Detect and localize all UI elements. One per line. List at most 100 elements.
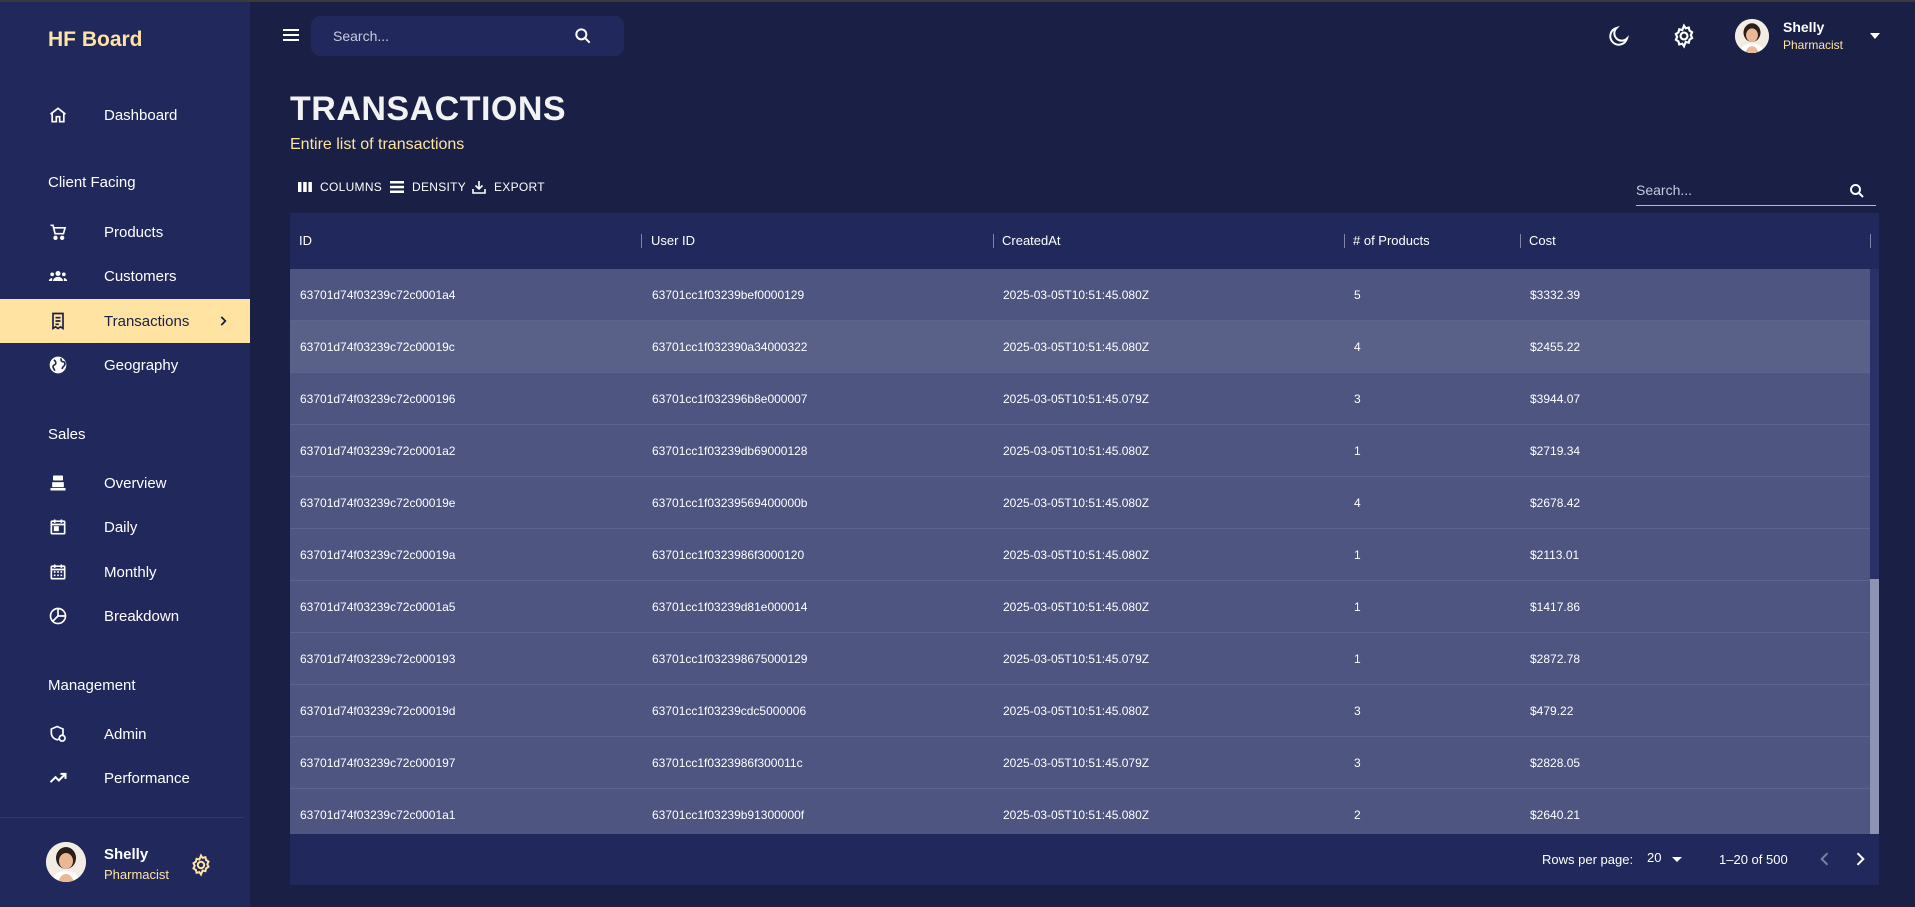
table-row[interactable]: 63701d74f03239c72c000197 63701cc1f0323986… — [290, 737, 1870, 789]
table-row[interactable]: 63701d74f03239c72c0001a2 63701cc1f03239db… — [290, 425, 1870, 477]
column-header-cost[interactable]: Cost — [1520, 213, 1556, 269]
cell-products[interactable]: 3 — [1344, 737, 1361, 789]
cell-cost[interactable]: $2455.22 — [1520, 321, 1580, 373]
cell-created-at[interactable]: 2025-03-05T10:51:45.080Z — [993, 789, 1149, 834]
cell-id[interactable]: 63701d74f03239c72c0001a4 — [290, 269, 455, 321]
cell-id[interactable]: 63701d74f03239c72c0001a1 — [290, 789, 455, 834]
cell-products[interactable]: 1 — [1344, 425, 1361, 477]
table-row[interactable]: 63701d74f03239c72c000196 63701cc1f032396b… — [290, 373, 1870, 425]
avatar[interactable] — [1735, 19, 1769, 53]
export-button[interactable]: EXPORT — [471, 177, 545, 197]
table-row[interactable]: 63701d74f03239c72c000193 63701cc1f0323986… — [290, 633, 1870, 685]
cell-user-id[interactable]: 63701cc1f032398675000129 — [642, 633, 807, 685]
cell-id[interactable]: 63701d74f03239c72c00019d — [290, 685, 455, 737]
table-row[interactable]: 63701d74f03239c72c00019c 63701cc1f032390a… — [290, 321, 1870, 373]
brand-logo[interactable]: HF Board — [48, 28, 143, 52]
column-header-id[interactable]: ID — [290, 213, 312, 269]
cell-user-id[interactable]: 63701cc1f03239db69000128 — [642, 425, 807, 477]
cell-created-at[interactable]: 2025-03-05T10:51:45.080Z — [993, 425, 1149, 477]
cell-cost[interactable]: $2113.01 — [1520, 529, 1579, 581]
sidebar-item-daily[interactable]: Daily — [0, 505, 250, 549]
scrollbar-thumb[interactable] — [1870, 579, 1879, 834]
cell-products[interactable]: 1 — [1344, 633, 1361, 685]
cell-id[interactable]: 63701d74f03239c72c00019a — [290, 529, 455, 581]
sidebar-item-customers[interactable]: Customers — [0, 254, 250, 298]
cell-cost[interactable]: $2719.34 — [1520, 425, 1580, 477]
cell-products[interactable]: 1 — [1344, 581, 1361, 633]
cell-user-id[interactable]: 63701cc1f03239b91300000f — [642, 789, 804, 834]
dark-mode-moon-icon[interactable] — [1607, 24, 1631, 48]
cell-cost[interactable]: $2678.42 — [1520, 477, 1580, 529]
cell-products[interactable]: 5 — [1344, 269, 1361, 321]
settings-gear-icon[interactable] — [1671, 23, 1697, 49]
cell-user-id[interactable]: 63701cc1f032390a34000322 — [642, 321, 807, 373]
cell-created-at[interactable]: 2025-03-05T10:51:45.080Z — [993, 269, 1149, 321]
cell-products[interactable]: 3 — [1344, 373, 1361, 425]
cell-created-at[interactable]: 2025-03-05T10:51:45.079Z — [993, 633, 1149, 685]
cell-products[interactable]: 2 — [1344, 789, 1361, 834]
cell-created-at[interactable]: 2025-03-05T10:51:45.080Z — [993, 581, 1149, 633]
search-icon[interactable] — [1848, 182, 1866, 200]
avatar[interactable] — [46, 842, 86, 882]
sidebar-item-monthly[interactable]: Monthly — [0, 550, 250, 594]
cell-products[interactable]: 4 — [1344, 477, 1361, 529]
cell-cost[interactable]: $2828.05 — [1520, 737, 1580, 789]
cell-user-id[interactable]: 63701cc1f03239569400000b — [642, 477, 807, 529]
column-separator[interactable] — [1870, 234, 1871, 248]
columns-button[interactable]: COLUMNS — [297, 177, 382, 197]
table-row[interactable]: 63701d74f03239c72c0001a5 63701cc1f03239d8… — [290, 581, 1870, 633]
arrow-drop-down-icon[interactable] — [1868, 29, 1882, 43]
cell-cost[interactable]: $3332.39 — [1520, 269, 1580, 321]
cell-id[interactable]: 63701d74f03239c72c0001a2 — [290, 425, 455, 477]
cell-id[interactable]: 63701d74f03239c72c00019e — [290, 477, 455, 529]
cell-user-id[interactable]: 63701cc1f032396b8e000007 — [642, 373, 807, 425]
cell-created-at[interactable]: 2025-03-05T10:51:45.079Z — [993, 373, 1149, 425]
cell-created-at[interactable]: 2025-03-05T10:51:45.079Z — [993, 737, 1149, 789]
sidebar-item-products[interactable]: Products — [0, 210, 250, 254]
menu-icon[interactable] — [282, 26, 302, 44]
cell-user-id[interactable]: 63701cc1f03239d81e000014 — [642, 581, 807, 633]
cell-created-at[interactable]: 2025-03-05T10:51:45.080Z — [993, 477, 1149, 529]
sidebar-item-overview[interactable]: Overview — [0, 461, 250, 505]
sidebar-item-dashboard[interactable]: Dashboard — [0, 93, 250, 137]
cell-created-at[interactable]: 2025-03-05T10:51:45.080Z — [993, 685, 1149, 737]
cell-created-at[interactable]: 2025-03-05T10:51:45.080Z — [993, 529, 1149, 581]
cell-cost[interactable]: $1417.86 — [1520, 581, 1580, 633]
cell-products[interactable]: 4 — [1344, 321, 1361, 373]
cell-user-id[interactable]: 63701cc1f03239bef0000129 — [642, 269, 804, 321]
cell-cost[interactable]: $2640.21 — [1520, 789, 1580, 834]
sidebar-item-transactions[interactable]: Transactions — [0, 299, 250, 343]
cell-id[interactable]: 63701d74f03239c72c0001a5 — [290, 581, 455, 633]
cell-user-id[interactable]: 63701cc1f0323986f3000120 — [642, 529, 804, 581]
cell-id[interactable]: 63701d74f03239c72c000197 — [290, 737, 455, 789]
table-row[interactable]: 63701d74f03239c72c00019e 63701cc1f0323956… — [290, 477, 1870, 529]
column-header-created-at[interactable]: CreatedAt — [993, 213, 1061, 269]
table-row[interactable]: 63701d74f03239c72c0001a4 63701cc1f03239be… — [290, 269, 1870, 321]
rows-per-page-select[interactable]: 20 — [1647, 850, 1687, 868]
sidebar-item-admin[interactable]: Admin — [0, 712, 250, 756]
sidebar-item-performance[interactable]: Performance — [0, 756, 250, 800]
cell-cost[interactable]: $479.22 — [1520, 685, 1573, 737]
cell-user-id[interactable]: 63701cc1f03239cdc5000006 — [642, 685, 806, 737]
search-icon[interactable] — [573, 26, 593, 46]
cell-user-id[interactable]: 63701cc1f0323986f300011c — [642, 737, 803, 789]
column-header-products[interactable]: # of Products — [1344, 213, 1430, 269]
cell-products[interactable]: 3 — [1344, 685, 1361, 737]
grid-search-input[interactable] — [1636, 180, 1836, 200]
table-row[interactable]: 63701d74f03239c72c00019d 63701cc1f03239cd… — [290, 685, 1870, 737]
chevron-left-icon[interactable] — [1815, 849, 1835, 869]
search-input[interactable] — [333, 26, 573, 46]
table-scrollbar[interactable] — [1870, 269, 1879, 834]
table-row[interactable]: 63701d74f03239c72c00019a 63701cc1f0323986… — [290, 529, 1870, 581]
cell-cost[interactable]: $2872.78 — [1520, 633, 1580, 685]
cell-cost[interactable]: $3944.07 — [1520, 373, 1580, 425]
chevron-right-icon[interactable] — [1850, 849, 1870, 869]
sidebar-item-breakdown[interactable]: Breakdown — [0, 594, 250, 638]
table-row[interactable]: 63701d74f03239c72c0001a1 63701cc1f03239b9… — [290, 789, 1870, 834]
cell-products[interactable]: 1 — [1344, 529, 1361, 581]
sidebar-item-geography[interactable]: Geography — [0, 343, 250, 387]
cell-created-at[interactable]: 2025-03-05T10:51:45.080Z — [993, 321, 1149, 373]
settings-gear-icon[interactable] — [189, 853, 213, 877]
density-button[interactable]: DENSITY — [389, 177, 466, 197]
cell-id[interactable]: 63701d74f03239c72c00019c — [290, 321, 455, 373]
